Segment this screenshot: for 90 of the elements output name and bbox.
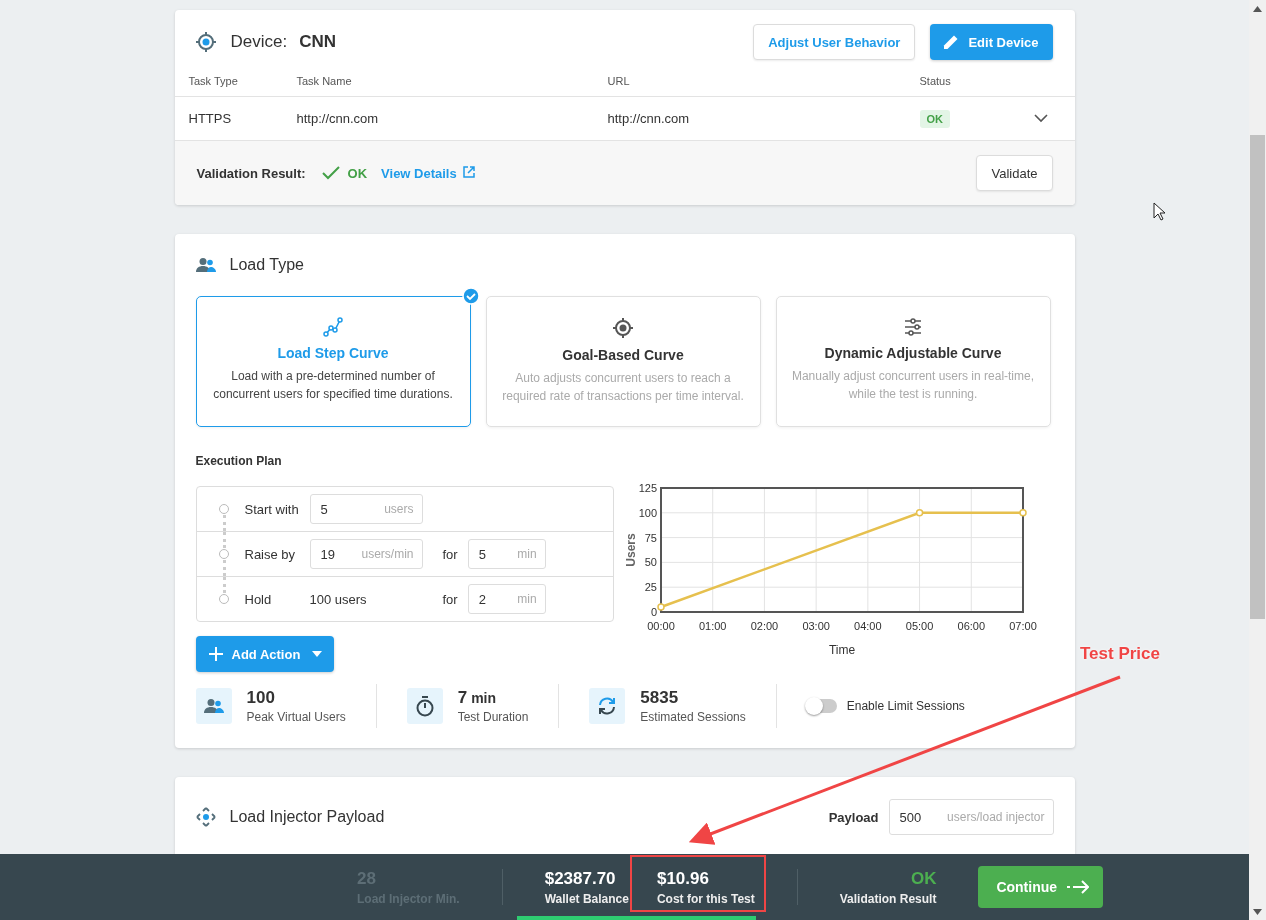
y-tick-label: 50: [644, 556, 657, 569]
y-tick-label: 25: [644, 581, 657, 594]
step-label: Hold: [244, 591, 273, 607]
x-tick-label: 07:00: [1008, 620, 1037, 632]
x-tick-label: 00:00: [646, 620, 675, 632]
data-point: [656, 603, 665, 611]
execution-plan-label: Execution Plan: [195, 454, 283, 468]
input-field[interactable]: 500 users/load injector: [888, 799, 1054, 835]
users-icon: [195, 688, 232, 724]
option-description: Manually adjust concurrent users in real-time, while the test is running.: [790, 368, 1036, 403]
stat-value: 5835: [640, 688, 679, 708]
external-link-icon: [462, 165, 475, 181]
column-header: Task Type: [188, 75, 238, 87]
payload-label: Payload: [828, 809, 879, 825]
cursor-icon: [1153, 202, 1166, 221]
x-tick-label: 05:00: [905, 620, 933, 632]
y-tick-label: 0: [650, 606, 657, 618]
toggle-switch[interactable]: [806, 699, 837, 713]
validation-label: Validation Result:: [196, 165, 306, 181]
toggle-label: Enable Limit Sessions: [846, 699, 965, 713]
table-cell: HTTPS: [188, 111, 232, 126]
option-title: Dynamic Adjustable Curve: [824, 345, 1002, 361]
target-icon: [194, 31, 217, 53]
curve-icon: [323, 317, 343, 337]
target-icon: [612, 317, 634, 339]
device-name: CNN: [299, 32, 337, 52]
for-label: for: [442, 546, 458, 562]
stat-value: 7: [457, 688, 468, 708]
table-cell: http://cnn.com: [607, 111, 690, 126]
arrow-right-icon: [1067, 880, 1090, 894]
step-label: Raise by: [244, 546, 297, 562]
sliders-icon: [903, 317, 923, 337]
curve-option[interactable]: Dynamic Adjustable Curve Manually adjust concurrent users in real-time, while the test is running.: [775, 296, 1051, 427]
summary-value: OK: [910, 868, 937, 889]
x-tick-label: 06:00: [957, 620, 985, 632]
data-point: [1018, 509, 1027, 517]
stat-label: Estimated Sessions: [640, 710, 746, 724]
scrollbar-thumb[interactable]: [1250, 135, 1265, 619]
curve-option[interactable]: Goal-Based Curve Auto adjusts concurrent users to reach a required rate of transactions per time interval.: [485, 296, 761, 427]
step-label: Start with: [244, 501, 300, 517]
section-title: Load Type: [229, 256, 304, 274]
stat-label: Peak Virtual Users: [246, 710, 346, 724]
stat-label: Test Duration: [457, 710, 529, 724]
step-amount: 100 users: [309, 591, 368, 607]
validate-button[interactable]: Validate: [976, 155, 1053, 191]
x-tick-label: 01:00: [698, 620, 726, 632]
y-tick-label: 125: [638, 482, 657, 494]
stat-unit: min: [471, 690, 496, 706]
summary-label: Cost for this Test: [656, 891, 755, 906]
section-title: Load Injector Payload: [229, 808, 385, 826]
device-label: Device:: [230, 32, 288, 52]
x-tick-label: 04:00: [853, 620, 882, 632]
diamond-arrows-icon: [195, 807, 216, 827]
summary-value: $2387.70: [544, 868, 617, 889]
for-label: for: [442, 591, 458, 607]
scrollbar[interactable]: [1249, 0, 1266, 920]
column-header: URL: [607, 75, 630, 87]
annotation-label: Test Price: [1080, 644, 1160, 664]
option-title: Load Step Curve: [277, 345, 389, 361]
plus-icon: [207, 646, 224, 662]
x-tick-label: 02:00: [750, 620, 778, 632]
data-point: [915, 509, 923, 517]
input-field[interactable]: 5 users: [309, 494, 423, 524]
sync-icon: [589, 688, 626, 724]
input-field[interactable]: 2 min: [467, 584, 546, 614]
y-tick-label: 75: [644, 531, 657, 544]
option-description: Load with a pre-determined number of concurrent users for specified time durations.: [212, 368, 454, 403]
curve-option[interactable]: Load Step Curve Load with a pre-determined number of concurrent users for specified time durations.: [195, 296, 471, 427]
column-header: Task Name: [296, 75, 352, 87]
x-tick-label: 03:00: [801, 620, 830, 632]
summary-label: Wallet Balance: [544, 891, 629, 906]
table-cell: http://cnn.com: [296, 111, 379, 126]
option-title: Goal-Based Curve: [562, 347, 684, 363]
stat-value: 100: [246, 688, 275, 708]
caret-icon: [312, 651, 323, 657]
status-badge: OK: [919, 110, 950, 128]
stopwatch-icon: [406, 688, 443, 724]
users-icon: [195, 257, 216, 273]
check-icon: [321, 166, 340, 180]
check-badge-icon: [461, 287, 480, 305]
column-header: Status: [919, 75, 951, 87]
validation-result: OK: [347, 165, 368, 181]
input-field[interactable]: 19 users/min: [309, 539, 423, 569]
option-description: Auto adjusts concurrent users to reach a required rate of transactions per time interval.: [501, 370, 745, 405]
y-tick-label: 100: [638, 506, 657, 519]
summary-value: $10.96: [656, 868, 710, 889]
input-field[interactable]: 5 min: [467, 539, 546, 569]
summary-label: Validation Result: [839, 891, 937, 906]
y-axis-label: Users: [623, 533, 638, 567]
x-axis-label: Time: [828, 643, 855, 657]
